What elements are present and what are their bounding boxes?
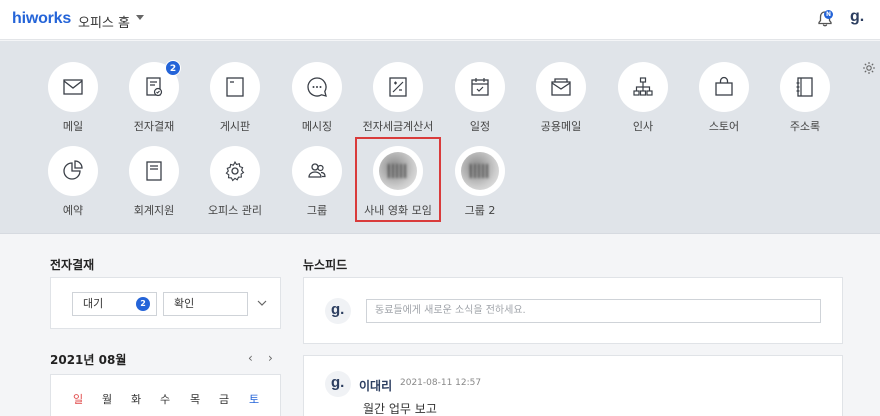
app-label: 게시판	[219, 120, 251, 133]
app-mail[interactable]: 메일	[33, 62, 113, 134]
confirm-filter[interactable]: 확인	[163, 292, 248, 316]
reservation-icon	[63, 160, 83, 180]
newsfeed-section-title: 뉴스피드	[303, 258, 348, 272]
weekday-mon: 월	[101, 393, 113, 406]
confirm-label: 확인	[174, 297, 195, 310]
post-body[interactable]: 월간 업무 보고	[363, 400, 437, 416]
calendar-grid: 일 월 화 수 목 금 토	[50, 374, 281, 416]
waiting-label: 대기	[83, 297, 104, 310]
app-label: 메일	[62, 120, 84, 133]
shared-mail-icon	[551, 78, 571, 96]
waiting-filter[interactable]: 대기 2	[72, 292, 157, 316]
store-icon	[715, 76, 733, 96]
app-address-book[interactable]: 주소록	[765, 62, 845, 134]
chevron-down-icon[interactable]	[136, 15, 144, 20]
app-label: 전자세금계산서	[362, 120, 434, 133]
weekday-wed: 수	[159, 393, 171, 406]
approval-panel: 대기 2 확인	[50, 277, 281, 329]
weekday-fri: 금	[218, 393, 230, 406]
app-schedule[interactable]: 일정	[440, 62, 520, 134]
weekday-sat: 토	[248, 393, 260, 406]
app-shared-mail[interactable]: 공용메일	[521, 62, 601, 134]
calendar-prev-button[interactable]: ‹	[248, 351, 253, 365]
app-label: 그룹 2	[464, 204, 496, 217]
app-label: 인사	[632, 120, 654, 133]
calendar-icon	[471, 78, 489, 96]
app-messaging[interactable]: 메시징	[277, 62, 357, 134]
app-label: 메시징	[301, 120, 333, 133]
accounting-icon	[146, 161, 162, 181]
app-label: 전자결재	[133, 120, 175, 133]
app-label: 일정	[469, 120, 491, 133]
app-label: 공용메일	[540, 120, 582, 133]
hiworks-logo[interactable]: hiworks	[12, 10, 71, 28]
user-avatar-icon: g.	[331, 301, 345, 318]
gear-icon	[225, 160, 245, 182]
message-icon	[307, 77, 327, 97]
weekday-sun: 일	[72, 393, 84, 406]
app-label: 스토어	[708, 120, 740, 133]
app-label: 그룹	[306, 204, 328, 217]
selection-highlight	[355, 137, 441, 222]
chevron-down-icon[interactable]	[257, 298, 267, 308]
mail-icon	[63, 79, 83, 95]
app-approval[interactable]: 2 전자결재	[114, 60, 194, 134]
top-header: hiworks 오피스 홈 N g.	[0, 0, 880, 40]
group-avatar	[461, 152, 499, 190]
org-chart-icon	[633, 77, 653, 96]
app-office-admin[interactable]: 오피스 관리	[195, 146, 275, 218]
app-accounting[interactable]: 회계지원	[114, 146, 194, 218]
app-group-2[interactable]: 그룹 2	[440, 146, 520, 218]
calendar-month-title: 2021년 08월	[50, 353, 127, 367]
weekday-thu: 목	[189, 393, 201, 406]
office-home-title[interactable]: 오피스 홈	[78, 12, 130, 31]
post-timestamp: 2021-08-11 12:57	[400, 378, 482, 388]
address-book-icon	[796, 77, 813, 97]
app-label: 오피스 관리	[207, 204, 263, 217]
app-group[interactable]: 그룹	[277, 146, 357, 218]
waiting-count-badge: 2	[136, 297, 150, 311]
approval-count-badge: 2	[165, 60, 181, 76]
tax-invoice-icon	[389, 77, 407, 97]
user-profile-icon[interactable]: g.	[850, 8, 864, 26]
app-tax-invoice[interactable]: 전자세금계산서	[358, 62, 438, 134]
app-label: 회계지원	[133, 204, 175, 217]
board-icon	[226, 77, 244, 97]
app-hr[interactable]: 인사	[603, 62, 683, 134]
group-icon	[308, 163, 326, 178]
app-label: 주소록	[789, 120, 821, 133]
feed-composer: g. 동료들에게 새로운 소식을 전하세요.	[303, 277, 843, 344]
notification-badge: N	[824, 10, 833, 19]
app-label: 예약	[62, 204, 84, 217]
app-board[interactable]: 게시판	[195, 62, 275, 134]
post-author-avatar-icon: g.	[331, 374, 345, 391]
app-store[interactable]: 스토어	[684, 62, 764, 134]
feed-post: g. 이대리 2021-08-11 12:57 월간 업무 보고	[303, 355, 843, 416]
feed-post-input[interactable]: 동료들에게 새로운 소식을 전하세요.	[366, 299, 821, 323]
gear-icon[interactable]	[862, 61, 876, 75]
app-reservation[interactable]: 예약	[33, 146, 113, 218]
approval-icon	[146, 77, 163, 97]
approval-section-title: 전자결재	[50, 258, 95, 272]
calendar-next-button[interactable]: ›	[268, 351, 273, 365]
post-author[interactable]: 이대리	[359, 377, 392, 394]
weekday-tue: 화	[130, 393, 142, 406]
